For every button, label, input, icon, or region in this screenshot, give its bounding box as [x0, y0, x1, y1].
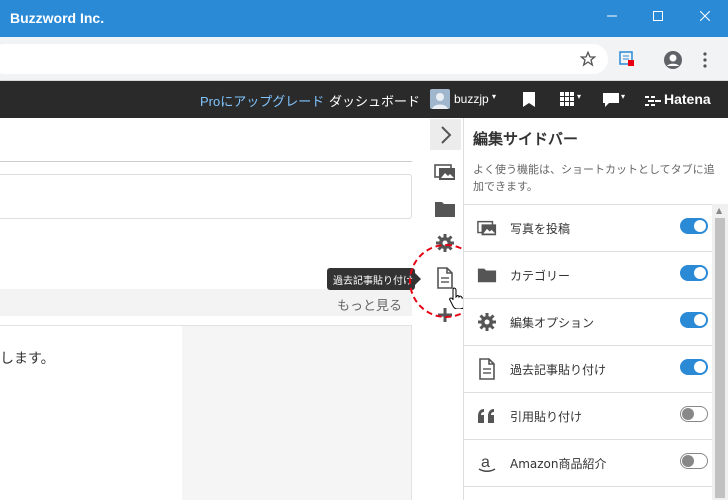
close-icon: [700, 11, 710, 21]
site-header: Proにアップグレード ダッシュボード buzzjp ▾ ▾ ▾ Hatena: [0, 81, 728, 118]
apps-grid-icon[interactable]: [560, 92, 574, 109]
pro-upgrade-link[interactable]: Proにアップグレード: [200, 91, 324, 110]
maximize-button[interactable]: [635, 0, 681, 32]
sidebar-item-past-articles[interactable]: 過去記事貼り付け: [464, 346, 712, 393]
minimize-button[interactable]: [589, 0, 635, 32]
toggle-amazon[interactable]: [680, 453, 708, 469]
tooltip: 過去記事貼り付け: [327, 268, 421, 290]
folder-icon: [477, 265, 497, 285]
sidebar-item-label: 編集オプション: [510, 316, 595, 330]
sidebar-title: 編集サイドバー: [473, 130, 579, 148]
sidebar-item-label: 引用貼り付け: [510, 410, 583, 424]
app-window: Buzzword Inc. Proにアップグレード ダッシュボード buzzjp…: [0, 0, 728, 500]
window-title: Buzzword Inc.: [10, 10, 105, 26]
scroll-up-icon[interactable]: ▲: [716, 206, 722, 215]
editor-body-text: します。: [0, 351, 55, 367]
strip-folder-icon[interactable]: [432, 196, 458, 222]
toggle-past-articles[interactable]: [680, 359, 708, 375]
bookmark-star-icon[interactable]: [578, 49, 598, 69]
menu-dots-icon[interactable]: [697, 49, 713, 71]
amazon-icon: a: [477, 453, 497, 473]
browser-toolbar: [0, 37, 728, 81]
sidebar-description: よく使う機能は、ショートカットとしてタブに追加できます。: [473, 163, 715, 193]
notification-dropdown-icon: ▾: [621, 92, 626, 101]
editor-input-field[interactable]: [0, 174, 412, 219]
hatena-logo-icon: [645, 94, 661, 109]
editor-preview-panel: [182, 326, 411, 500]
gear-icon: [477, 312, 497, 332]
title-underline: [0, 161, 412, 162]
minimize-icon: [607, 15, 617, 17]
photo-icon: [477, 218, 497, 238]
sidebar-feature-list: 写真を投稿 カテゴリー 編集オプション 過去記事貼り付け 引用貼り付け a Am…: [464, 204, 712, 487]
sidebar-item-edit-options[interactable]: 編集オプション: [464, 299, 712, 346]
username-menu[interactable]: buzzjp: [454, 92, 489, 106]
chevron-down-icon: ▾: [492, 92, 497, 101]
hatena-brand[interactable]: Hatena: [664, 91, 711, 107]
strip-photo-icon[interactable]: [432, 159, 458, 185]
quote-icon: [477, 406, 497, 426]
sidebar-item-label: カテゴリー: [510, 269, 571, 283]
apps-dropdown-icon: ▾: [577, 92, 582, 101]
bookmark-icon[interactable]: [523, 92, 535, 110]
document-icon: [477, 358, 497, 380]
notification-icon[interactable]: [603, 93, 619, 110]
svg-text:a: a: [481, 454, 490, 471]
extension-icon[interactable]: [617, 49, 637, 69]
toggle-category[interactable]: [680, 265, 708, 281]
maximize-icon: [653, 11, 663, 21]
sidebar-item-label: 過去記事貼り付け: [510, 363, 607, 377]
editor-body[interactable]: [0, 325, 412, 500]
sidebar-scrollbar[interactable]: ▲: [712, 204, 728, 500]
close-button[interactable]: [682, 0, 728, 32]
profile-icon[interactable]: [662, 49, 684, 71]
edit-sidebar: 編集サイドバー よく使う機能は、ショートカットとしてタブに追加できます。 写真を…: [463, 118, 728, 500]
more-link[interactable]: もっと見る: [337, 295, 402, 314]
sidebar-item-quote[interactable]: 引用貼り付け: [464, 393, 712, 440]
scrollbar-thumb[interactable]: [715, 218, 725, 498]
sidebar-item-photo[interactable]: 写真を投稿: [464, 205, 712, 252]
sidebar-item-label: 写真を投稿: [510, 222, 571, 236]
window-titlebar: Buzzword Inc.: [0, 0, 728, 37]
toggle-edit-options[interactable]: [680, 312, 708, 328]
dashboard-link[interactable]: ダッシュボード: [329, 91, 420, 110]
avatar[interactable]: [430, 89, 450, 109]
sidebar-item-label: Amazon商品紹介: [510, 457, 607, 471]
toggle-photo[interactable]: [680, 218, 708, 234]
sidebar-item-amazon[interactable]: a Amazon商品紹介: [464, 440, 712, 487]
toggle-quote[interactable]: [680, 406, 708, 422]
sidebar-item-category[interactable]: カテゴリー: [464, 252, 712, 299]
address-bar[interactable]: [0, 44, 608, 74]
